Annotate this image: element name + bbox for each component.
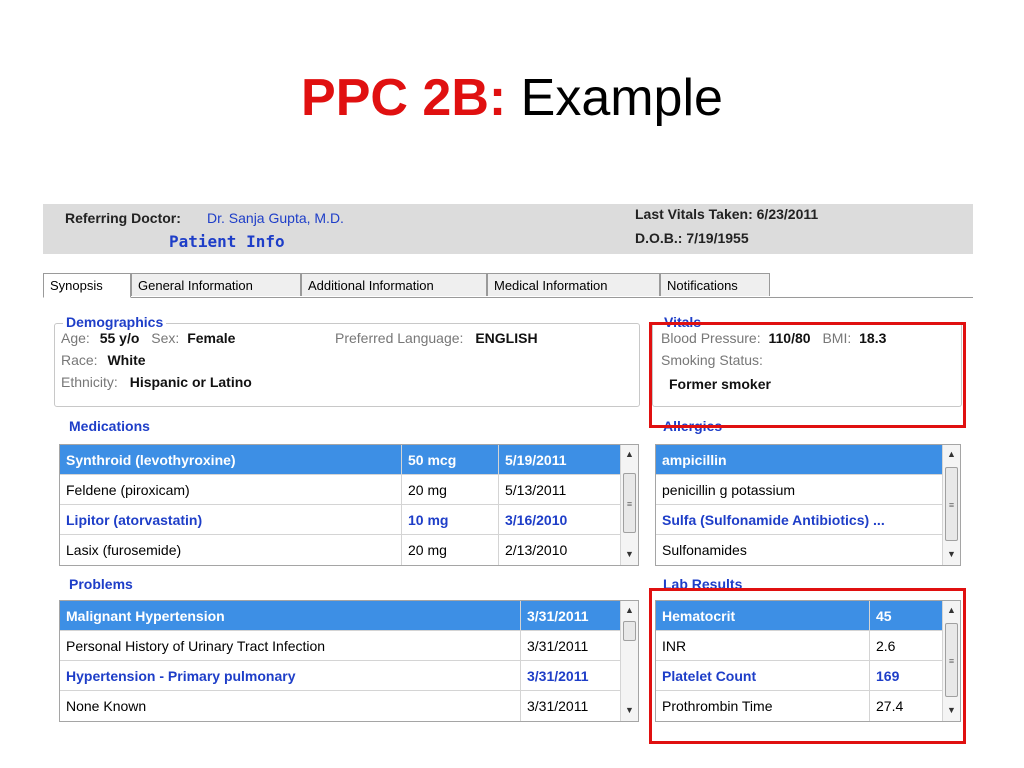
medications-title: Medications: [66, 418, 153, 434]
medication-name: Lasix (furosemide): [60, 535, 402, 565]
scroll-thumb[interactable]: ≡: [945, 467, 958, 541]
slide-title: PPC 2B: Example: [0, 68, 1024, 128]
scroll-up-icon[interactable]: ▲: [943, 445, 960, 463]
medication-name: Synthroid (levothyroxine): [60, 445, 402, 475]
tab-general-information[interactable]: General Information: [131, 273, 301, 296]
last-vitals-taken: Last Vitals Taken: 6/23/2011: [635, 206, 819, 222]
lab-results-highlight-box: [649, 588, 966, 744]
age-value: 55 y/o: [99, 330, 140, 346]
sex-value: Female: [187, 330, 236, 346]
problem-date: 3/31/2011: [527, 698, 589, 714]
allergy-name: Sulfa (Sulfonamide Antibiotics) ...: [662, 512, 885, 528]
table-row[interactable]: Personal History of Urinary Tract Infect…: [60, 631, 620, 661]
problems-grid: Malignant Hypertension 3/31/2011 Persona…: [59, 600, 639, 722]
ethnicity-value: Hispanic or Latino: [129, 374, 252, 390]
scroll-thumb[interactable]: ≡: [623, 473, 636, 533]
problem-date: 3/31/2011: [527, 668, 589, 684]
medication-date: 3/16/2010: [505, 512, 568, 528]
demographics-title: Demographics: [63, 314, 167, 330]
scroll-up-icon[interactable]: ▲: [621, 445, 638, 463]
tab-synopsis[interactable]: Synopsis: [43, 273, 131, 298]
medications-scrollbar[interactable]: ▲ ≡ ▼: [620, 445, 638, 565]
scroll-down-icon[interactable]: ▼: [621, 701, 638, 719]
list-item[interactable]: Sulfa (Sulfonamide Antibiotics) ...: [656, 505, 942, 535]
allergies-scrollbar[interactable]: ▲ ≡ ▼: [942, 445, 960, 565]
patient-info-heading: Patient Info: [169, 232, 285, 251]
allergies-grid: ampicillin penicillin g potassium Sulfa …: [655, 444, 961, 566]
problem-name: None Known: [60, 691, 521, 721]
ethnicity-label: Ethnicity:: [61, 374, 118, 390]
medication-dose: 20 mg: [402, 535, 499, 565]
problem-name: Personal History of Urinary Tract Infect…: [60, 631, 521, 661]
referring-doctor-label: Referring Doctor:: [65, 210, 181, 226]
medication-name: Feldene (piroxicam): [60, 475, 402, 505]
tab-notifications[interactable]: Notifications: [660, 273, 770, 296]
medication-name: Lipitor (atorvastatin): [60, 505, 402, 535]
list-item[interactable]: penicillin g potassium: [656, 475, 942, 505]
scroll-thumb[interactable]: [623, 621, 636, 641]
medication-date: 2/13/2010: [505, 542, 568, 558]
allergy-name: penicillin g potassium: [662, 482, 796, 498]
medication-date: 5/19/2011: [505, 452, 567, 468]
referring-doctor-value[interactable]: Dr. Sanja Gupta, M.D.: [207, 210, 344, 226]
allergy-name: Sulfonamides: [662, 542, 747, 558]
scroll-up-icon[interactable]: ▲: [621, 601, 638, 619]
problems-title: Problems: [66, 576, 136, 592]
vitals-highlight-box: [649, 322, 966, 428]
demographics-group: Demographics Age: 55 y/o Sex: Female Pre…: [54, 314, 640, 407]
table-row[interactable]: Lipitor (atorvastatin) 10 mg 3/16/2010: [60, 505, 620, 535]
sex-label: Sex:: [151, 330, 180, 346]
list-item[interactable]: ampicillin: [656, 445, 942, 475]
problem-name: Malignant Hypertension: [60, 601, 521, 631]
table-row[interactable]: None Known 3/31/2011: [60, 691, 620, 721]
table-row[interactable]: Hypertension - Primary pulmonary 3/31/20…: [60, 661, 620, 691]
scroll-down-icon[interactable]: ▼: [943, 545, 960, 563]
race-value: White: [107, 352, 146, 368]
problem-name: Hypertension - Primary pulmonary: [60, 661, 521, 691]
language-value: ENGLISH: [475, 330, 538, 346]
table-row[interactable]: Feldene (piroxicam) 20 mg 5/13/2011: [60, 475, 620, 505]
scroll-down-icon[interactable]: ▼: [621, 545, 638, 563]
problems-scrollbar[interactable]: ▲ ▼: [620, 601, 638, 721]
race-label: Race:: [61, 352, 98, 368]
medications-grid: Synthroid (levothyroxine) 50 mcg 5/19/20…: [59, 444, 639, 566]
medication-date: 5/13/2011: [505, 482, 567, 498]
tab-medical-information[interactable]: Medical Information: [487, 273, 660, 296]
medication-dose: 10 mg: [402, 505, 499, 535]
table-row[interactable]: Synthroid (levothyroxine) 50 mcg 5/19/20…: [60, 445, 620, 475]
tab-strip: Synopsis General Information Additional …: [43, 273, 973, 298]
problem-date: 3/31/2011: [527, 638, 589, 654]
age-label: Age:: [61, 330, 90, 346]
medication-dose: 50 mcg: [402, 445, 499, 475]
list-item[interactable]: Sulfonamides: [656, 535, 942, 565]
medication-dose: 20 mg: [402, 475, 499, 505]
allergies-group: Allergies: [652, 418, 962, 446]
language-label: Preferred Language:: [335, 330, 464, 346]
date-of-birth: D.O.B.: 7/19/1955: [635, 230, 749, 246]
problem-date: 3/31/2011: [527, 608, 589, 624]
slide-title-highlight: PPC 2B:: [301, 69, 507, 127]
tab-additional-information[interactable]: Additional Information: [301, 273, 487, 296]
slide-title-rest: Example: [506, 69, 723, 127]
table-row[interactable]: Malignant Hypertension 3/31/2011: [60, 601, 620, 631]
allergy-name: ampicillin: [662, 452, 727, 468]
table-row[interactable]: Lasix (furosemide) 20 mg 2/13/2010: [60, 535, 620, 565]
